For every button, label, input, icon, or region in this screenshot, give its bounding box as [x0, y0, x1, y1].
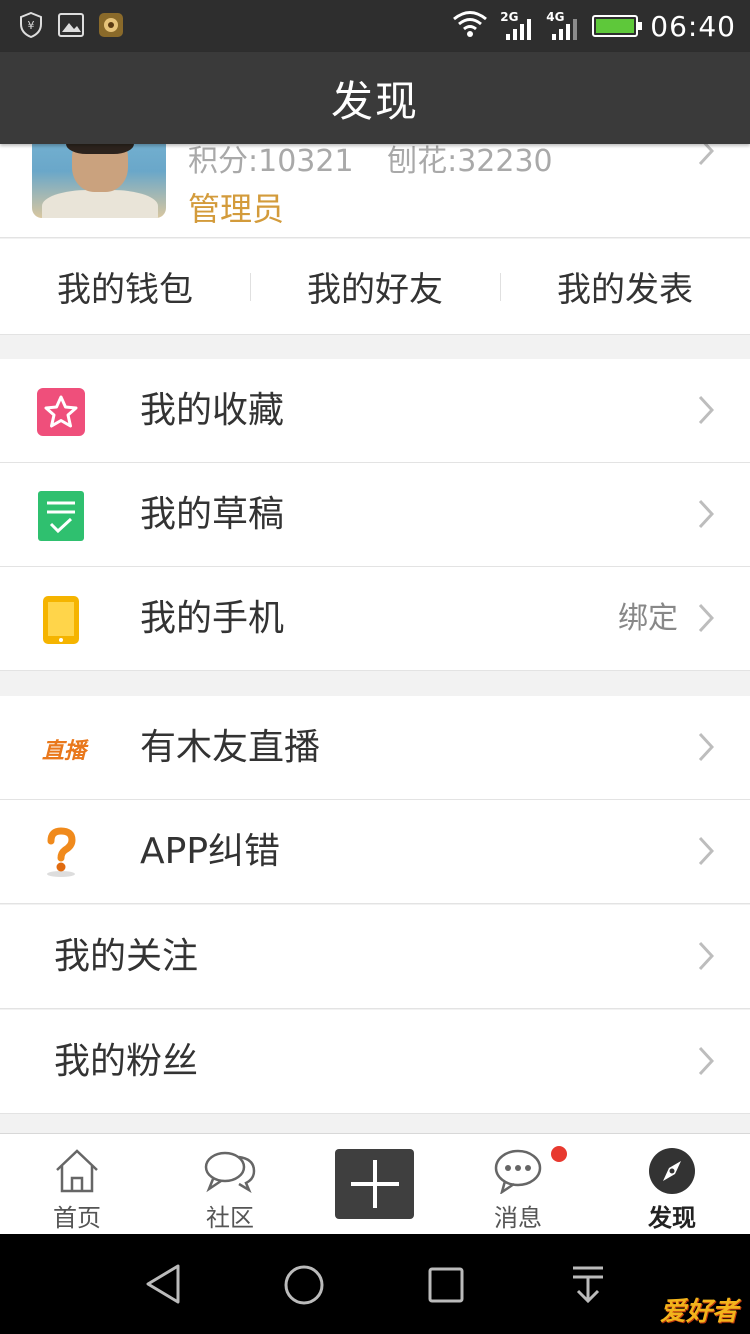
chevron-right-icon — [698, 1046, 714, 1076]
profile-stats: 积分:10321 刨花:32230 — [188, 144, 577, 180]
question-mark-icon — [36, 827, 86, 878]
menu-item-label: 我的关注 — [54, 936, 199, 977]
menu-item-label: 我的手机 — [140, 598, 285, 639]
star-icon — [36, 387, 86, 437]
menu-item-live[interactable]: 直播 有木友直播 — [0, 696, 750, 800]
tab-messages[interactable]: 消息 — [443, 1134, 593, 1235]
status-bar: ¥ 2G 4G 06:40 — [0, 0, 750, 52]
tab-community[interactable]: 社区 — [155, 1134, 305, 1235]
phone-icon — [36, 595, 86, 645]
menu-item-fans[interactable]: 我的粉丝 — [0, 1010, 750, 1114]
bind-status: 绑定 — [618, 601, 678, 636]
avatar[interactable] — [32, 144, 166, 218]
shield-yen-icon: ¥ — [18, 12, 44, 38]
page-header: 发现 — [0, 52, 750, 144]
profile-card[interactable]: 积分:10321 刨花:32230 管理员 — [0, 144, 750, 238]
bottom-tab-bar: 首页 社区 消息 发现 — [0, 1133, 750, 1234]
notification-pulldown-icon[interactable] — [570, 1264, 606, 1308]
recents-icon[interactable] — [427, 1266, 465, 1308]
game-icon — [98, 12, 124, 38]
discover-screen: ¥ 2G 4G 06:40 发现 积分:10321 刨花:32230 管理员 我… — [0, 0, 750, 1334]
image-icon — [58, 12, 84, 38]
posts-link[interactable]: 我的发表 — [500, 239, 750, 334]
page-title: 发现 — [330, 76, 419, 126]
menu-item-phone[interactable]: 我的手机 绑定 — [0, 567, 750, 671]
draft-check-icon — [36, 491, 86, 541]
live-badge-icon: 直播 — [36, 724, 92, 774]
clock: 06:40 — [650, 9, 736, 43]
chevron-right-icon — [698, 395, 714, 425]
tab-label: 发现 — [648, 1204, 696, 1232]
chevron-right-icon — [698, 941, 714, 971]
wallet-link[interactable]: 我的钱包 — [0, 239, 250, 334]
wifi-icon — [452, 10, 488, 42]
plus-icon — [350, 1160, 399, 1208]
menu-item-following[interactable]: 我的关注 — [0, 905, 750, 1009]
menu-item-label: 我的粉丝 — [54, 1041, 199, 1082]
menu-item-label: 我的收藏 — [140, 390, 285, 431]
quick-links: 我的钱包 我的好友 我的发表 — [0, 239, 750, 335]
message-icon — [493, 1146, 543, 1196]
signal-4g-icon: 4G — [546, 10, 580, 42]
chevron-right-icon — [698, 732, 714, 762]
home-icon — [53, 1146, 101, 1196]
menu-item-favorites[interactable]: 我的收藏 — [0, 359, 750, 463]
live-badge-text: 直播 — [41, 739, 86, 764]
unread-badge — [551, 1146, 567, 1162]
menu-item-label: 我的草稿 — [140, 494, 285, 535]
system-nav-bar: 爱好者 — [0, 1234, 750, 1334]
back-icon[interactable] — [144, 1264, 182, 1308]
friends-link[interactable]: 我的好友 — [250, 239, 500, 334]
tab-label: 社区 — [206, 1204, 254, 1232]
menu-item-label: APP纠错 — [140, 831, 281, 872]
tab-home[interactable]: 首页 — [2, 1134, 152, 1235]
home-circle-icon[interactable] — [283, 1264, 325, 1310]
points-label: 积分:10321 — [188, 144, 354, 179]
tab-label: 消息 — [494, 1204, 542, 1232]
tab-discover[interactable]: 发现 — [597, 1134, 747, 1235]
svg-text:¥: ¥ — [28, 19, 35, 32]
add-post-button[interactable] — [335, 1149, 414, 1219]
signal-2g-icon: 2G — [500, 10, 534, 42]
user-role: 管理员 — [188, 190, 285, 228]
chevron-right-icon — [698, 603, 714, 633]
menu-item-label: 有木友直播 — [140, 727, 321, 768]
shavings-label: 刨花:32230 — [387, 144, 553, 179]
menu-item-drafts[interactable]: 我的草稿 — [0, 463, 750, 567]
battery-charging-icon — [592, 15, 643, 37]
chevron-right-icon — [698, 499, 714, 529]
site-watermark-logo: 爱好者 — [659, 1297, 738, 1327]
tab-label: 首页 — [53, 1204, 101, 1232]
chevron-right-icon — [698, 836, 714, 866]
menu-item-feedback[interactable]: APP纠错 — [0, 800, 750, 904]
compass-icon — [648, 1146, 696, 1196]
chat-bubbles-icon — [203, 1146, 257, 1196]
chevron-right-icon — [698, 144, 714, 166]
